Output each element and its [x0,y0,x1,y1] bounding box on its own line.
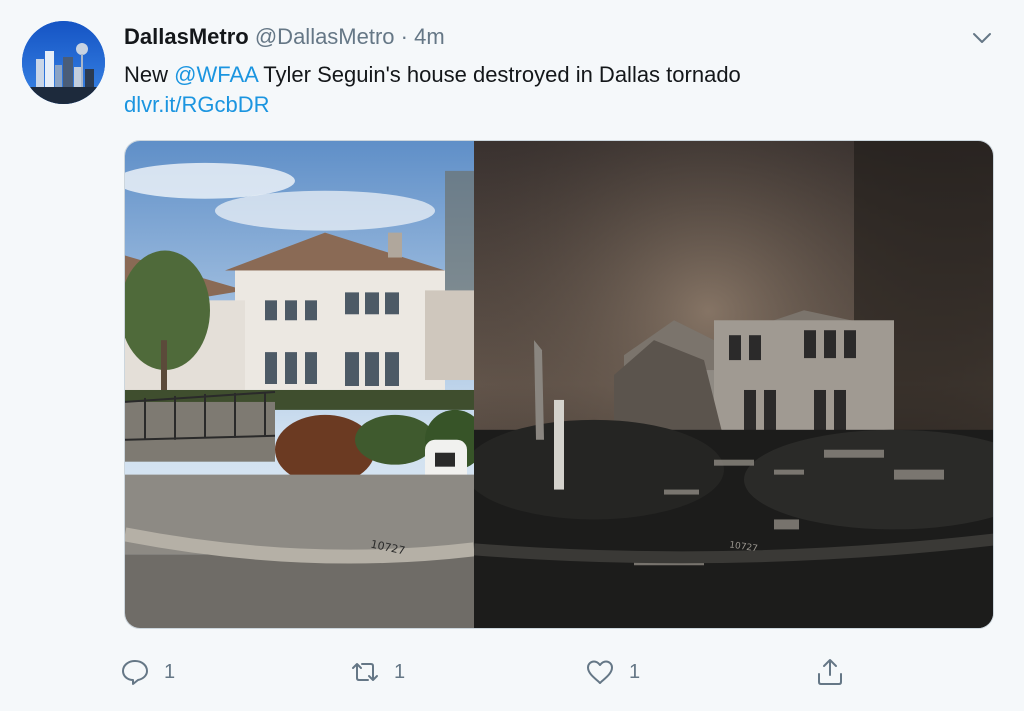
like-icon [587,660,613,684]
reply-button[interactable]: 1 [120,652,175,692]
avatar-skyline-image [22,21,105,104]
tweet-text-prefix: New [124,62,175,87]
house-before-image: 10727 [125,141,474,628]
display-name[interactable]: DallasMetro [124,24,249,49]
retweet-icon [352,663,378,681]
house-after-image: 10727 [474,141,993,628]
user-handle[interactable]: @DallasMetro [255,24,395,49]
tweet-card[interactable]: DallasMetro @DallasMetro · 4m New @WFAA … [0,0,1024,711]
tweet-header: DallasMetro @DallasMetro · 4m [124,22,445,52]
reply-icon [122,660,148,685]
tweet-url-link[interactable]: dlvr.it/RGcbDR [124,92,269,117]
tweet-media[interactable]: 10727 10727 [124,140,994,629]
share-button[interactable] [815,652,845,692]
reply-count: 1 [164,660,176,683]
retweet-button[interactable]: 1 [350,652,405,692]
retweet-count: 1 [394,660,406,683]
share-icon [818,659,842,685]
photo-before[interactable]: 10727 [125,141,474,628]
avatar[interactable] [22,21,105,104]
photo-after[interactable]: 10727 [474,141,993,628]
header-separator: · [400,24,408,49]
tweet-actions: 1 1 1 [120,652,860,692]
tweet-text-body: Tyler Seguin's house destroyed in Dallas… [257,62,741,87]
timestamp[interactable]: 4m [414,24,445,49]
mention-link[interactable]: @WFAA [174,62,257,87]
like-count: 1 [629,660,641,683]
like-button[interactable]: 1 [585,652,640,692]
tweet-link-line: dlvr.it/RGcbDR [124,90,269,120]
tweet-text: New @WFAA Tyler Seguin's house destroyed… [124,60,741,90]
chevron-down-icon[interactable] [970,26,994,50]
